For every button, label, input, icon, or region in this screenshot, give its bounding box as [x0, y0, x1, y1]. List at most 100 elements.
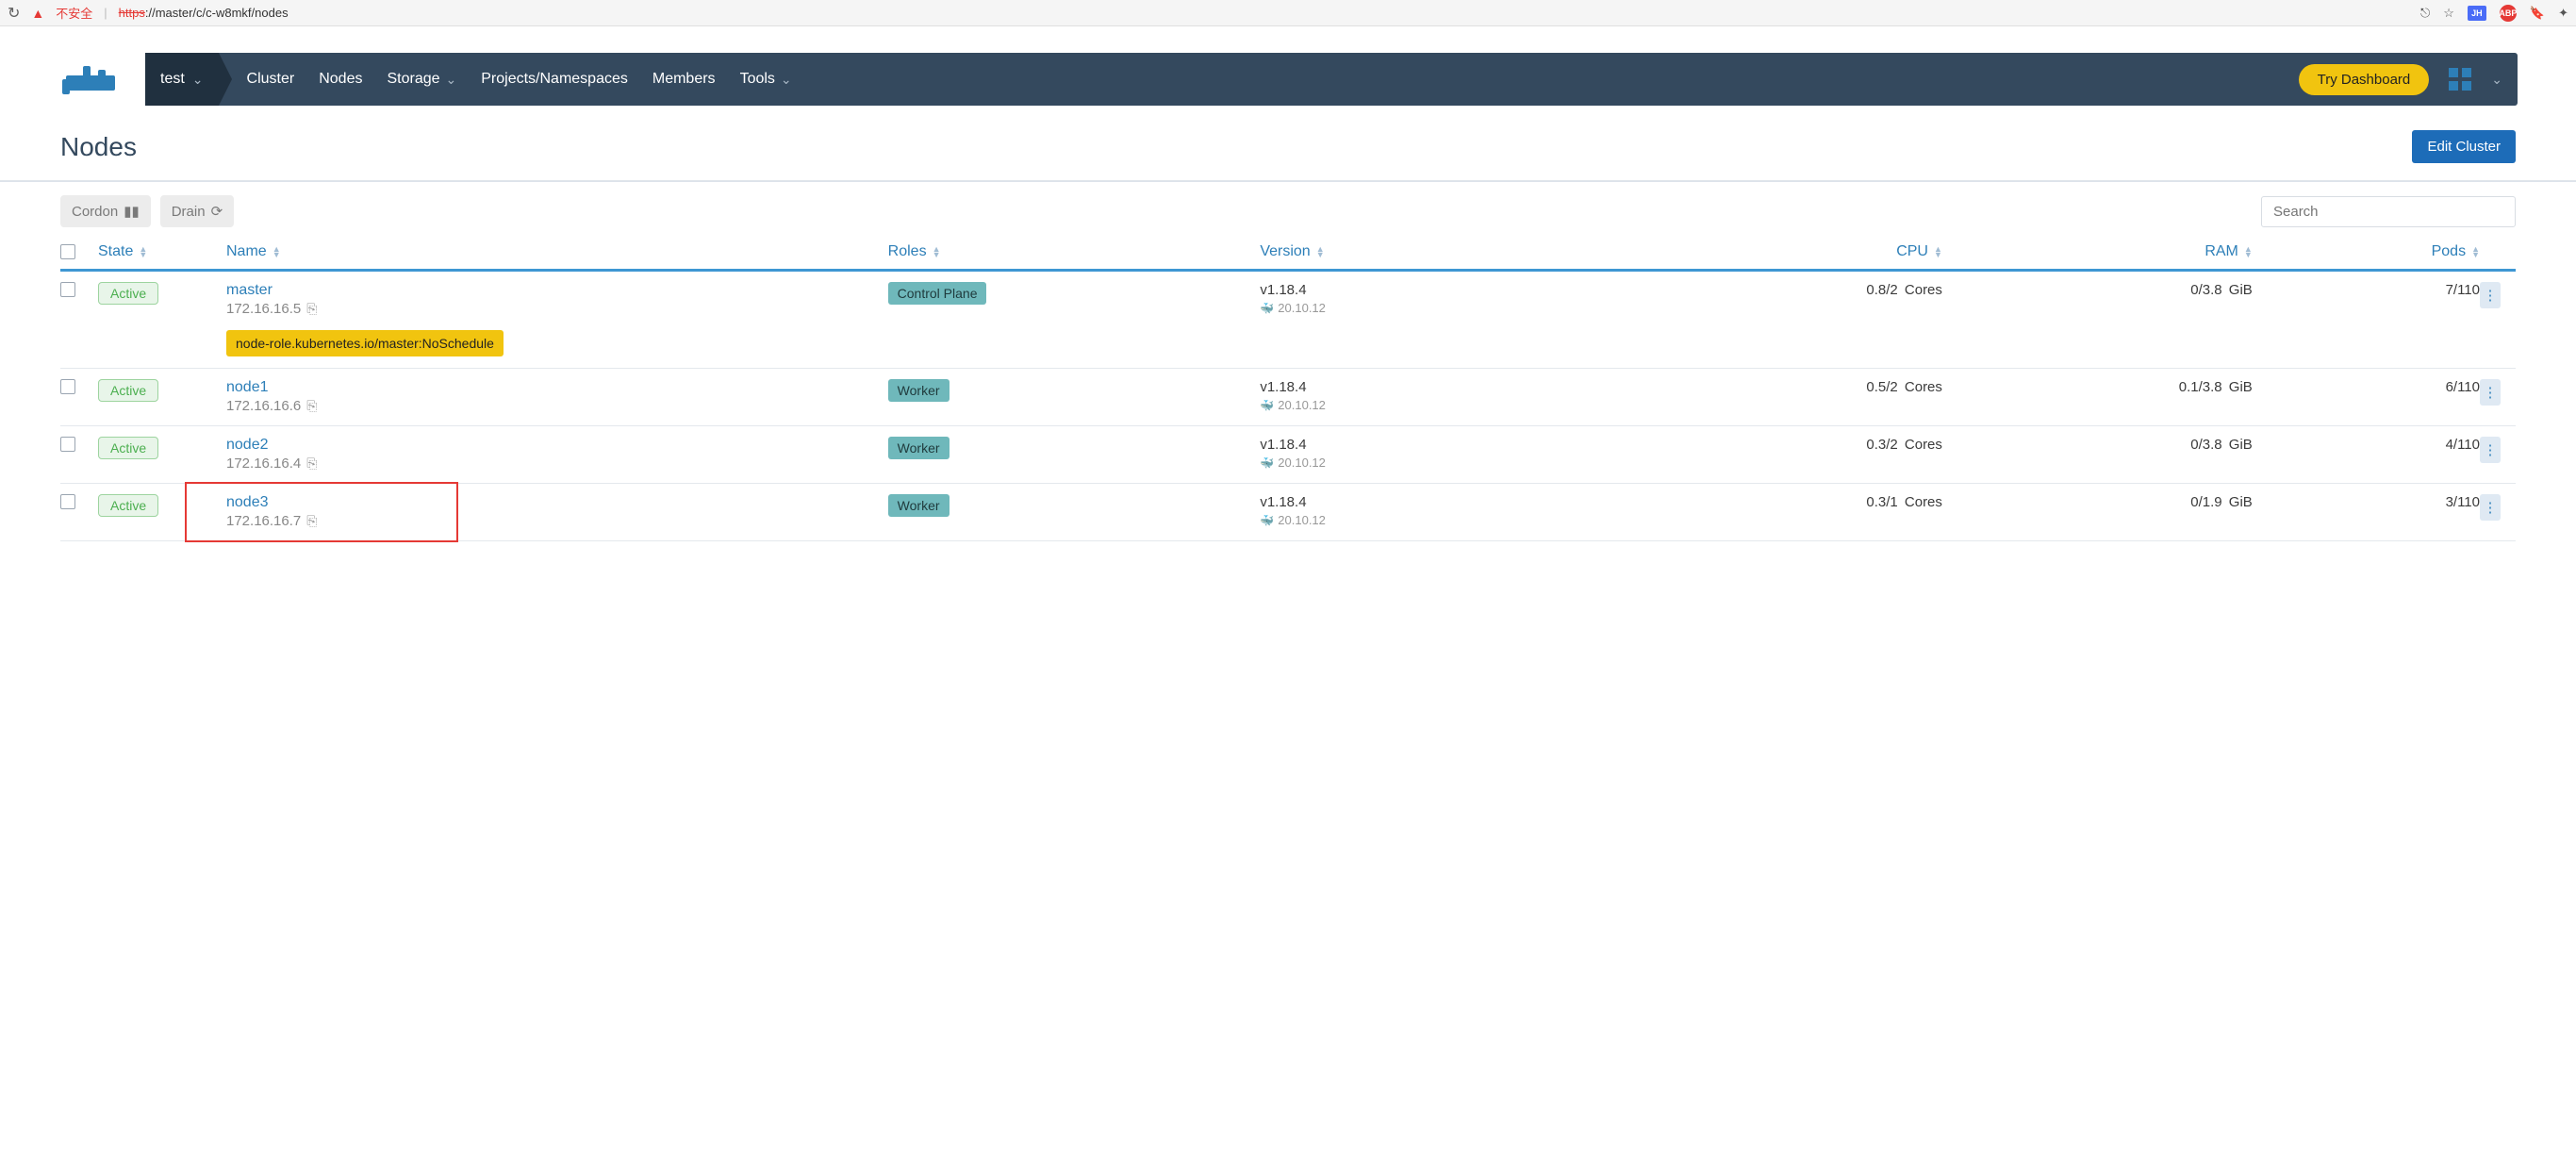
cpu-cell: 0.5/2 Cores: [1632, 379, 1942, 395]
table-row: Active node1 172.16.16.6 ⎘ Worker v1.18.…: [60, 369, 2516, 426]
row-checkbox[interactable]: [60, 437, 75, 452]
ram-cell: 0/1.9 GiB: [1942, 494, 2253, 510]
extension-abp-icon[interactable]: ABP: [2500, 5, 2517, 22]
node-name-link[interactable]: node2: [226, 437, 269, 454]
version-text: v1.18.4: [1260, 379, 1306, 395]
docker-version: 🐳 20.10.12: [1260, 398, 1326, 412]
pods-cell: 6/110: [2253, 379, 2480, 395]
node-ip: 172.16.16.5 ⎘: [226, 301, 317, 317]
rancher-logo[interactable]: [58, 60, 126, 98]
col-state[interactable]: State▲▼: [98, 243, 226, 260]
node-name-link[interactable]: master: [226, 282, 272, 299]
refresh-icon[interactable]: ↻: [8, 4, 20, 23]
warning-icon: ▲: [31, 6, 44, 21]
nav-storage[interactable]: Storage ⌄: [387, 71, 456, 88]
cordon-button[interactable]: Cordon ▮▮: [60, 195, 151, 227]
col-pods[interactable]: Pods▲▼: [2253, 243, 2480, 260]
chevron-down-icon[interactable]: ⌄: [2491, 72, 2502, 88]
node-name-cell: node2 172.16.16.4 ⎘: [226, 437, 317, 472]
pause-icon: ▮▮: [124, 203, 140, 220]
table-header: State▲▼ Name▲▼ Roles▲▼ Version▲▼ CPU▲▼ R…: [60, 235, 2516, 269]
copy-icon[interactable]: ⎘: [306, 456, 317, 472]
try-dashboard-button[interactable]: Try Dashboard: [2299, 64, 2430, 95]
node-name-cell: master 172.16.16.5 ⎘ node-role.kubernete…: [226, 282, 504, 356]
nav-tools[interactable]: Tools ⌄: [740, 71, 792, 88]
docker-version: 🐳 20.10.12: [1260, 513, 1326, 527]
version-text: v1.18.4: [1260, 494, 1306, 510]
row-checkbox[interactable]: [60, 282, 75, 297]
bookmark-icon[interactable]: 🔖: [2530, 6, 2545, 21]
col-roles[interactable]: Roles▲▼: [888, 243, 1261, 260]
page-title: Nodes: [60, 132, 137, 162]
pods-cell: 4/110: [2253, 437, 2480, 453]
copy-icon[interactable]: ⎘: [306, 513, 317, 529]
status-badge: Active: [98, 282, 158, 305]
nav-projects[interactable]: Projects/Namespaces: [481, 71, 628, 88]
table-row: Active node2 172.16.16.4 ⎘ Worker v1.18.…: [60, 426, 2516, 484]
role-badge: Worker: [888, 437, 949, 459]
copy-icon[interactable]: ⎘: [306, 398, 317, 414]
extension-jh-icon[interactable]: JH: [2468, 6, 2486, 21]
chevron-down-icon: ⌄: [446, 72, 457, 88]
extensions-icon[interactable]: ✦: [2558, 6, 2568, 21]
url-display[interactable]: https://master/c/c-w8mkf/nodes: [119, 6, 289, 20]
ram-cell: 0/3.8 GiB: [1942, 282, 2253, 298]
docker-icon: 🐳: [1260, 514, 1274, 527]
row-actions-button[interactable]: ⋮: [2480, 379, 2501, 406]
node-name-link[interactable]: node1: [226, 379, 269, 396]
status-badge: Active: [98, 379, 158, 402]
ram-cell: 0.1/3.8 GiB: [1942, 379, 2253, 395]
pods-cell: 7/110: [2253, 282, 2480, 298]
main-nav: test ⌄ Cluster Nodes Storage ⌄ Projects/…: [145, 53, 2518, 106]
table-row: Active node3 172.16.16.7 ⎘ Worker v1.18.…: [60, 484, 2516, 541]
role-badge: Control Plane: [888, 282, 987, 305]
node-ip: 172.16.16.6 ⎘: [226, 398, 317, 414]
table-row: Active master 172.16.16.5 ⎘ node-role.ku…: [60, 272, 2516, 369]
role-badge: Worker: [888, 379, 949, 402]
chevron-down-icon: ⌄: [781, 72, 792, 88]
refresh-icon: ⟳: [211, 203, 223, 220]
role-badge: Worker: [888, 494, 949, 517]
col-cpu[interactable]: CPU▲▼: [1632, 243, 1942, 260]
ram-cell: 0/3.8 GiB: [1942, 437, 2253, 453]
row-checkbox[interactable]: [60, 494, 75, 509]
row-actions-button[interactable]: ⋮: [2480, 494, 2501, 521]
search-input[interactable]: [2261, 196, 2516, 227]
row-actions-button[interactable]: ⋮: [2480, 437, 2501, 463]
col-name[interactable]: Name▲▼: [226, 243, 888, 260]
row-checkbox[interactable]: [60, 379, 75, 394]
cpu-cell: 0.8/2 Cores: [1632, 282, 1942, 298]
chevron-down-icon: ⌄: [192, 72, 204, 88]
docker-version: 🐳 20.10.12: [1260, 456, 1326, 470]
taint-badge: node-role.kubernetes.io/master:NoSchedul…: [226, 330, 504, 356]
col-version[interactable]: Version▲▼: [1260, 243, 1632, 260]
divider: |: [104, 6, 107, 20]
docker-icon: 🐳: [1260, 456, 1274, 470]
nav-nodes[interactable]: Nodes: [319, 71, 362, 88]
cluster-selector[interactable]: test ⌄: [145, 53, 219, 106]
drain-button[interactable]: Drain ⟳: [160, 195, 234, 227]
docker-icon: 🐳: [1260, 302, 1274, 315]
node-name-link[interactable]: node3: [226, 494, 269, 511]
version-text: v1.18.4: [1260, 282, 1306, 298]
edit-cluster-button[interactable]: Edit Cluster: [2412, 130, 2516, 163]
pods-cell: 3/110: [2253, 494, 2480, 510]
nav-members[interactable]: Members: [652, 71, 716, 88]
node-name-cell: node3 172.16.16.7 ⎘: [226, 494, 317, 529]
row-actions-button[interactable]: ⋮: [2480, 282, 2501, 308]
node-ip: 172.16.16.4 ⎘: [226, 456, 317, 472]
node-ip: 172.16.16.7 ⎘: [226, 513, 317, 529]
star-icon[interactable]: ☆: [2443, 6, 2454, 21]
copy-icon[interactable]: ⎘: [306, 301, 317, 317]
apps-grid-icon[interactable]: [2446, 65, 2474, 93]
node-name-cell: node1 172.16.16.6 ⎘: [226, 379, 317, 414]
share-icon[interactable]: ⎋: [2420, 6, 2430, 21]
status-badge: Active: [98, 494, 158, 517]
select-all-checkbox[interactable]: [60, 244, 75, 259]
cpu-cell: 0.3/2 Cores: [1632, 437, 1942, 453]
col-ram[interactable]: RAM▲▼: [1942, 243, 2253, 260]
status-badge: Active: [98, 437, 158, 459]
browser-address-bar: ↻ ▲ 不安全 | https://master/c/c-w8mkf/nodes…: [0, 0, 2576, 26]
nav-cluster[interactable]: Cluster: [247, 71, 295, 88]
docker-version: 🐳 20.10.12: [1260, 301, 1326, 315]
